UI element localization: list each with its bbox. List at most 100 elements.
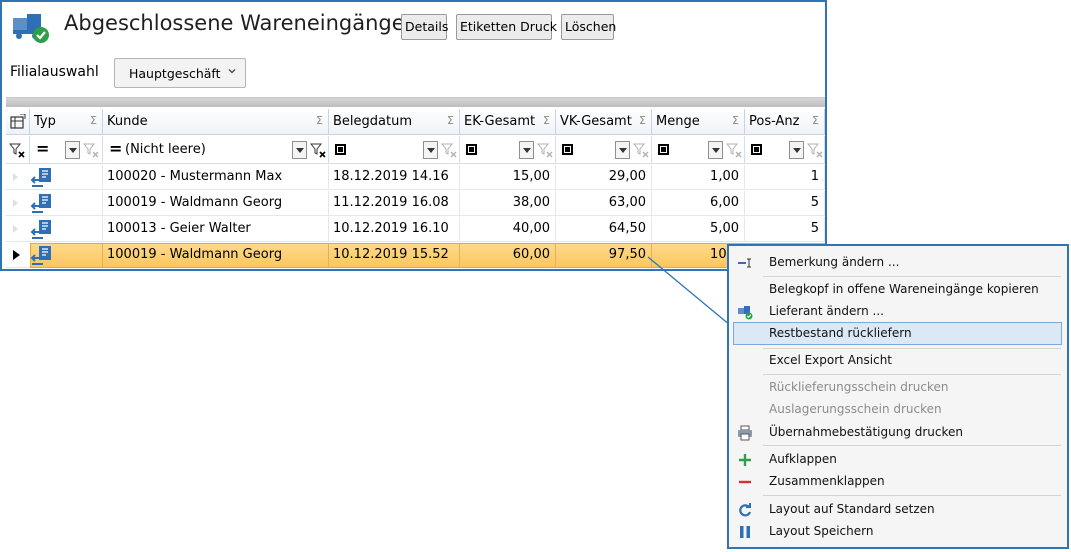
sigma-icon[interactable]: Σ	[447, 114, 454, 127]
clear-filter-icon[interactable]	[807, 142, 823, 158]
group-panel-splitter[interactable]	[6, 97, 825, 107]
filter-pos-anz[interactable]	[745, 136, 825, 164]
cell-kunde: 100019 - Waldmann Georg	[103, 243, 329, 268]
cell-typ	[6, 165, 103, 190]
sigma-icon[interactable]: Σ	[812, 114, 819, 127]
filter-vk-gesamt[interactable]	[556, 136, 652, 164]
cell-ek-gesamt: 38,00	[460, 191, 556, 216]
column-header-label: Typ	[34, 114, 56, 129]
cell-kunde: 100019 - Waldmann Georg	[103, 191, 329, 216]
details-button[interactable]: Details	[401, 14, 448, 40]
filter-menge[interactable]	[652, 136, 745, 164]
edit-note-icon	[738, 258, 751, 268]
clear-filter-icon[interactable]	[441, 142, 457, 158]
menu-item-label: Rücklieferungsschein drucken	[769, 380, 949, 394]
filter-dropdown[interactable]	[292, 141, 307, 159]
filter-operator-box[interactable]	[658, 144, 669, 155]
menu-item-return-remaining-stock[interactable]: Restbestand rückliefern	[733, 322, 1062, 345]
cell-text: 63,00	[608, 195, 646, 210]
menu-separator	[763, 374, 1061, 375]
cell-text: 1	[810, 169, 819, 184]
table-row[interactable]: 100013 - Geier Walter 10.12.2019 16.10 4…	[6, 217, 825, 242]
clear-filter-icon[interactable]	[310, 142, 326, 158]
context-menu: Bemerkung ändern ... Belegkopf in offene…	[727, 244, 1069, 549]
filter-kunde[interactable]: = (Nicht leere)	[103, 136, 329, 164]
clear-filter-icon[interactable]	[537, 142, 553, 158]
filter-operator[interactable]: =	[36, 139, 49, 158]
column-header-vk-gesamt[interactable]: VK-Gesamt Σ	[556, 109, 652, 135]
cell-text: 60,00	[512, 247, 550, 262]
title-bar: Abgeschlossene Wareneingänge Details Eti…	[2, 2, 825, 52]
filter-dropdown[interactable]	[65, 141, 80, 159]
menu-item-label: Übernahmebestätigung drucken	[769, 425, 964, 439]
clear-filter-icon[interactable]	[633, 142, 649, 158]
branch-select[interactable]: Hauptgeschäft	[114, 58, 246, 88]
filter-ek-gesamt[interactable]	[460, 136, 556, 164]
filter-dropdown[interactable]	[423, 141, 438, 159]
column-header-typ[interactable]: Typ Σ	[30, 109, 103, 135]
delete-button[interactable]: Löschen	[561, 14, 616, 40]
filter-operator-box[interactable]	[562, 144, 573, 155]
branch-bar: Filialauswahl Hauptgeschäft	[2, 54, 825, 94]
column-header-pos-anz[interactable]: Pos-Anz Σ	[745, 109, 825, 135]
clear-filter-icon[interactable]	[726, 142, 742, 158]
menu-item-print-acceptance[interactable]: Übernahmebestätigung drucken	[731, 422, 1065, 444]
cell-typ	[6, 243, 103, 268]
column-header-kunde[interactable]: Kunde Σ	[103, 109, 329, 135]
menu-item-excel-export[interactable]: Excel Export Ansicht	[731, 350, 1065, 372]
cell-vk-gesamt: 64,50	[556, 217, 652, 242]
menu-item-expand[interactable]: Aufklappen	[731, 449, 1065, 471]
filter-dropdown[interactable]	[615, 141, 630, 159]
menu-item-collapse[interactable]: Zusammenklappen	[731, 471, 1065, 493]
filter-dropdown[interactable]	[519, 141, 534, 159]
main-window: Abgeschlossene Wareneingänge Details Eti…	[0, 0, 827, 271]
column-chooser-cell[interactable]	[6, 109, 30, 135]
filter-operator[interactable]: =	[109, 139, 122, 158]
filter-dropdown[interactable]	[789, 141, 804, 159]
column-header-label: EK-Gesamt	[464, 114, 536, 129]
menu-item-label: Lieferant ändern ...	[769, 304, 884, 318]
filter-typ[interactable]: =	[30, 136, 103, 164]
cell-text: 100019 - Waldmann Georg	[107, 247, 283, 262]
clear-filter-icon[interactable]	[83, 142, 99, 158]
cell-belegdatum: 10.12.2019 16.10	[329, 217, 460, 242]
filter-operator-box[interactable]	[466, 144, 477, 155]
grid-filter-row: = = (Nicht leere)	[6, 136, 825, 164]
filter-value[interactable]: (Nicht leere)	[125, 142, 206, 157]
menu-item-label: Zusammenklappen	[769, 474, 885, 488]
sigma-icon[interactable]: Σ	[316, 114, 323, 127]
cell-text: 18.12.2019 14.16	[333, 169, 449, 184]
menu-item-change-supplier[interactable]: Lieferant ändern ...	[731, 301, 1065, 323]
filter-belegdatum[interactable]	[329, 136, 460, 164]
cell-ek-gesamt: 40,00	[460, 217, 556, 242]
printer-icon	[738, 425, 752, 441]
sigma-icon[interactable]: Σ	[543, 114, 550, 127]
sigma-icon[interactable]: Σ	[90, 114, 97, 127]
sigma-icon[interactable]: Σ	[732, 114, 739, 127]
column-header-belegdatum[interactable]: Belegdatum Σ	[329, 109, 460, 135]
clear-all-filters-cell[interactable]	[6, 136, 30, 164]
cell-vk-gesamt: 63,00	[556, 191, 652, 216]
chevron-down-icon	[228, 69, 236, 74]
page-title: Abgeschlossene Wareneingänge	[64, 11, 405, 35]
minus-icon	[739, 480, 751, 484]
filter-operator-box[interactable]	[335, 144, 346, 155]
menu-item-edit-remark[interactable]: Bemerkung ändern ...	[731, 252, 1065, 274]
menu-item-copy-header[interactable]: Belegkopf in offene Wareneingänge kopier…	[731, 279, 1065, 301]
cell-text: 100019 - Waldmann Georg	[107, 195, 283, 210]
filter-operator-box[interactable]	[751, 144, 762, 155]
filter-dropdown[interactable]	[708, 141, 723, 159]
column-header-ek-gesamt[interactable]: EK-Gesamt Σ	[460, 109, 556, 135]
menu-item-save-layout[interactable]: Layout Speichern	[731, 521, 1065, 543]
column-header-label: Menge	[656, 114, 700, 129]
sigma-icon[interactable]: Σ	[639, 114, 646, 127]
column-header-menge[interactable]: Menge Σ	[652, 109, 745, 135]
menu-item-reset-layout[interactable]: Layout auf Standard setzen	[731, 499, 1065, 521]
cell-typ	[6, 191, 103, 216]
table-row[interactable]: 100019 - Waldmann Georg 11.12.2019 16.08…	[6, 191, 825, 216]
label-print-button[interactable]: Etiketten Druck	[456, 14, 557, 40]
cell-text: 29,00	[608, 169, 646, 184]
cell-kunde: 100013 - Geier Walter	[103, 217, 329, 242]
table-row[interactable]: 100020 - Mustermann Max 18.12.2019 14.16…	[6, 165, 825, 190]
table-row-selected[interactable]: 100019 - Waldmann Georg 10.12.2019 15.52…	[6, 243, 825, 268]
